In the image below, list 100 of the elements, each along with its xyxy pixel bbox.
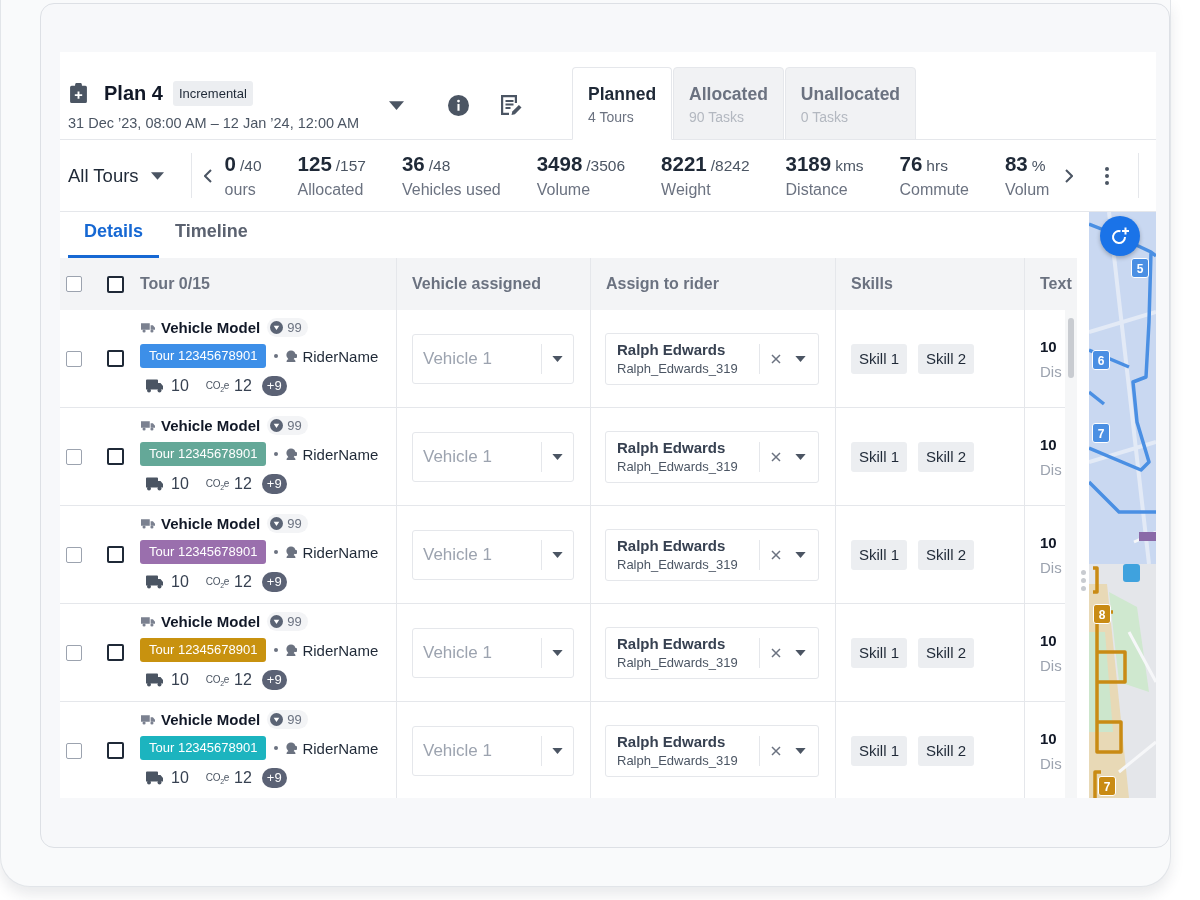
column-value-text: 10 (1040, 533, 1057, 551)
rider-select[interactable]: Ralph Edwards Ralph_Edwards_319 (605, 332, 819, 385)
row-checkbox[interactable] (66, 644, 82, 661)
column-value-text: 10 (1040, 435, 1057, 453)
tour-tag[interactable]: Tour 12345678901 (140, 638, 267, 662)
user-icon (285, 742, 298, 754)
vehicle-model: Vehicle Model (161, 612, 261, 630)
view-tab[interactable]: Allocated 90 Tasks (673, 67, 784, 140)
truck-icon (141, 419, 155, 431)
caret-down-icon (795, 747, 806, 754)
skill-tag: Skill 2 (918, 539, 975, 570)
clear-icon[interactable] (771, 745, 781, 756)
drag-handle-icon[interactable] (1080, 570, 1086, 591)
scrollbar-thumb[interactable] (1068, 318, 1074, 378)
stat-label: Commute (899, 181, 969, 199)
row-checkbox[interactable] (66, 742, 82, 759)
bullet-icon (274, 354, 279, 358)
tour-filter-dropdown[interactable]: All Tours (68, 160, 164, 191)
emission-value: 12 (234, 769, 252, 787)
stat-label: Weight (661, 181, 712, 199)
map-marker[interactable]: 8 (1093, 604, 1111, 624)
rider-select[interactable]: Ralph Edwards Ralph_Edwards_319 (605, 430, 819, 483)
row-checkbox[interactable] (66, 448, 82, 465)
vehicle-select[interactable]: Vehicle 1 (412, 431, 574, 482)
emission-value: 12 (234, 377, 252, 395)
caret-down-icon (552, 747, 563, 754)
rider-select[interactable]: Ralph Edwards Ralph_Edwards_319 (605, 724, 819, 777)
rider-name: RiderName (302, 347, 379, 365)
triangle-circle-icon (270, 320, 284, 334)
vehicle-model: Vehicle Model (161, 710, 261, 728)
vehicle-select[interactable]: Vehicle 1 (412, 333, 574, 384)
row-checkbox[interactable] (107, 546, 124, 563)
user-icon (285, 546, 298, 558)
skill-tag: Skill 1 (851, 637, 907, 668)
select-all-checkbox[interactable] (107, 275, 124, 293)
stat-label: Vehicles used (401, 181, 501, 199)
chevron-right-icon (1064, 168, 1073, 183)
more-count-badge[interactable]: +9 (261, 376, 287, 396)
co2e-label: CO$_{2}$e (205, 379, 230, 393)
tour-tag[interactable]: Tour 12345678901 (140, 736, 267, 760)
clear-icon[interactable] (771, 549, 781, 560)
more-count-badge[interactable]: +9 (261, 768, 287, 788)
tour-tag[interactable]: Tour 12345678901 (140, 540, 267, 564)
truck-icon (141, 517, 155, 529)
stat-label: Volum (1004, 181, 1050, 199)
edit-button[interactable] (500, 94, 522, 116)
skill-tag: Skill 1 (851, 539, 907, 570)
rider-name: RiderName (302, 445, 379, 463)
route-map[interactable] (1089, 212, 1156, 798)
column-header: Vehicle assigned (412, 275, 541, 293)
more-count-badge[interactable]: +9 (261, 670, 287, 690)
vehicle-count: 99 (287, 613, 302, 629)
clear-icon[interactable] (771, 451, 781, 462)
view-tab[interactable]: Planned 4 Tours (572, 67, 673, 140)
row-checkbox[interactable] (107, 350, 124, 367)
map-marker[interactable]: 7 (1098, 776, 1116, 796)
caret-down-icon (552, 355, 563, 362)
clipboard-plus-icon (70, 83, 87, 103)
vehicle-select[interactable]: Vehicle 1 (412, 529, 574, 580)
stat-label: Volume (536, 181, 592, 199)
emission-value: 12 (234, 573, 252, 591)
caret-down-icon (389, 100, 404, 110)
column-sub-text: Dis (1040, 362, 1062, 380)
truck-icon (141, 321, 155, 333)
info-button[interactable] (448, 94, 469, 116)
map-marker[interactable]: 5 (1131, 258, 1149, 278)
caret-down-icon (552, 453, 563, 460)
more-count-badge[interactable]: +9 (261, 474, 287, 494)
stat-value: 0 (224, 152, 236, 176)
emission-value: 12 (234, 671, 252, 689)
tour-tag[interactable]: Tour 12345678901 (140, 344, 267, 368)
triangle-circle-icon (270, 418, 284, 432)
map-marker[interactable]: 7 (1092, 423, 1110, 443)
info-icon (448, 94, 469, 116)
map-marker[interactable]: 6 (1092, 350, 1110, 370)
caret-down-icon (552, 649, 563, 656)
view-tab[interactable]: Unallocated 0 Tasks (784, 67, 917, 140)
row-checkbox[interactable] (66, 350, 82, 367)
note-edit-icon (500, 94, 522, 116)
co2e-label: CO$_{2}$e (205, 771, 230, 785)
stat-value: 76 (899, 152, 923, 176)
clear-icon[interactable] (771, 353, 781, 364)
truck-icon (141, 713, 155, 725)
co2e-label: CO$_{2}$e (205, 673, 230, 687)
row-checkbox[interactable] (107, 448, 124, 465)
tour-tag[interactable]: Tour 12345678901 (140, 442, 267, 466)
column-header: Skills (851, 275, 893, 293)
stat-value: 3498 (536, 152, 583, 176)
row-checkbox[interactable] (66, 546, 82, 563)
vehicle-select[interactable]: Vehicle 1 (412, 725, 574, 776)
rider-select[interactable]: Ralph Edwards Ralph_Edwards_319 (605, 528, 819, 581)
clear-icon[interactable] (771, 647, 781, 658)
vehicle-select[interactable]: Vehicle 1 (412, 627, 574, 678)
row-checkbox[interactable] (107, 742, 124, 759)
detail-tab[interactable]: Timeline (159, 212, 264, 258)
select-all-checkbox[interactable] (66, 276, 82, 292)
stat-label: Allocated (297, 181, 365, 199)
row-checkbox[interactable] (107, 644, 124, 661)
rider-select[interactable]: Ralph Edwards Ralph_Edwards_319 (605, 626, 819, 679)
more-count-badge[interactable]: +9 (261, 572, 287, 592)
